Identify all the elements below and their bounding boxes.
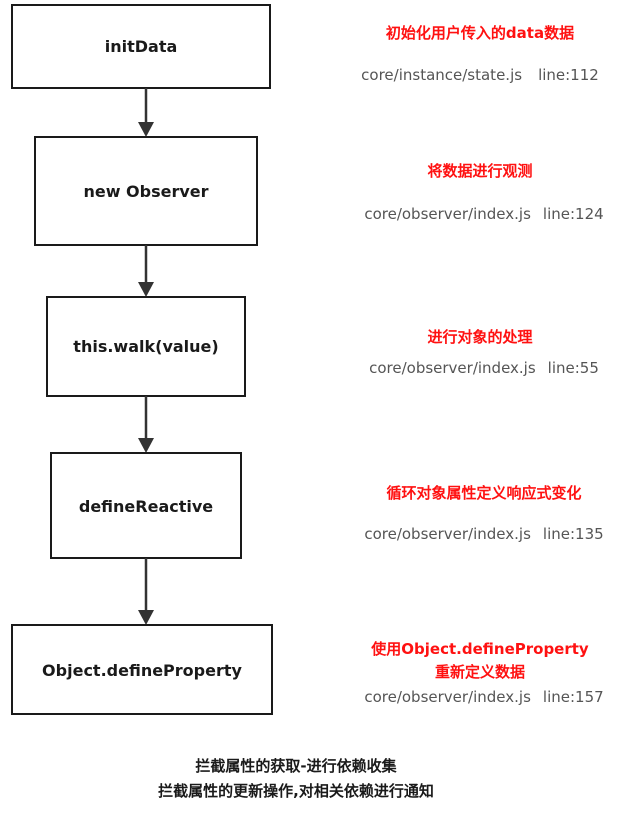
note-file-line: line:124 — [543, 205, 604, 223]
footer-line-2: 拦截属性的更新操作,对相关依赖进行通知 — [158, 782, 434, 800]
note-file-path: core/observer/index.js — [369, 359, 536, 377]
step-label-walk: this.walk(value) — [73, 337, 218, 356]
note-file-path: core/instance/state.js — [361, 66, 522, 84]
note-title-define-reactive: 循环对象属性定义响应式变化 — [386, 484, 581, 502]
note-title-walk: 进行对象的处理 — [427, 328, 532, 346]
note-file-define-property: core/observer/index.js line:157 — [364, 688, 603, 706]
note-title-new-observer: 将数据进行观测 — [427, 162, 532, 180]
flow-diagram: initData new Observer this.walk(value) d… — [11, 4, 604, 800]
note-title-define-property: 使用Object.defineProperty — [370, 640, 589, 658]
note-file-init-data: core/instance/state.js line:112 — [361, 66, 599, 84]
note-file-define-reactive: core/observer/index.js line:135 — [364, 525, 603, 543]
arrow-head-4 — [138, 610, 154, 625]
note-file-path: core/observer/index.js — [364, 205, 531, 223]
note-title-define-property-line2: 重新定义数据 — [435, 663, 525, 681]
arrow-head-3 — [138, 438, 154, 453]
note-file-path: core/observer/index.js — [364, 688, 531, 706]
step-label-define-property: Object.defineProperty — [42, 661, 242, 680]
arrow-head-2 — [138, 282, 154, 297]
note-file-path: core/observer/index.js — [364, 525, 531, 543]
note-file-line: line:55 — [548, 359, 599, 377]
footer-line-1: 拦截属性的获取-进行依赖收集 — [195, 757, 397, 775]
note-file-new-observer: core/observer/index.js line:124 — [364, 205, 603, 223]
arrow-head-1 — [138, 122, 154, 137]
note-file-line: line:135 — [543, 525, 604, 543]
note-title-init-data: 初始化用户传入的data数据 — [386, 24, 574, 42]
step-label-define-reactive: defineReactive — [79, 497, 213, 516]
step-label-init-data: initData — [105, 37, 178, 56]
note-file-line: line:112 — [538, 66, 599, 84]
step-label-new-observer: new Observer — [83, 182, 208, 201]
note-file-walk: core/observer/index.js line:55 — [369, 359, 599, 377]
note-file-line: line:157 — [543, 688, 604, 706]
